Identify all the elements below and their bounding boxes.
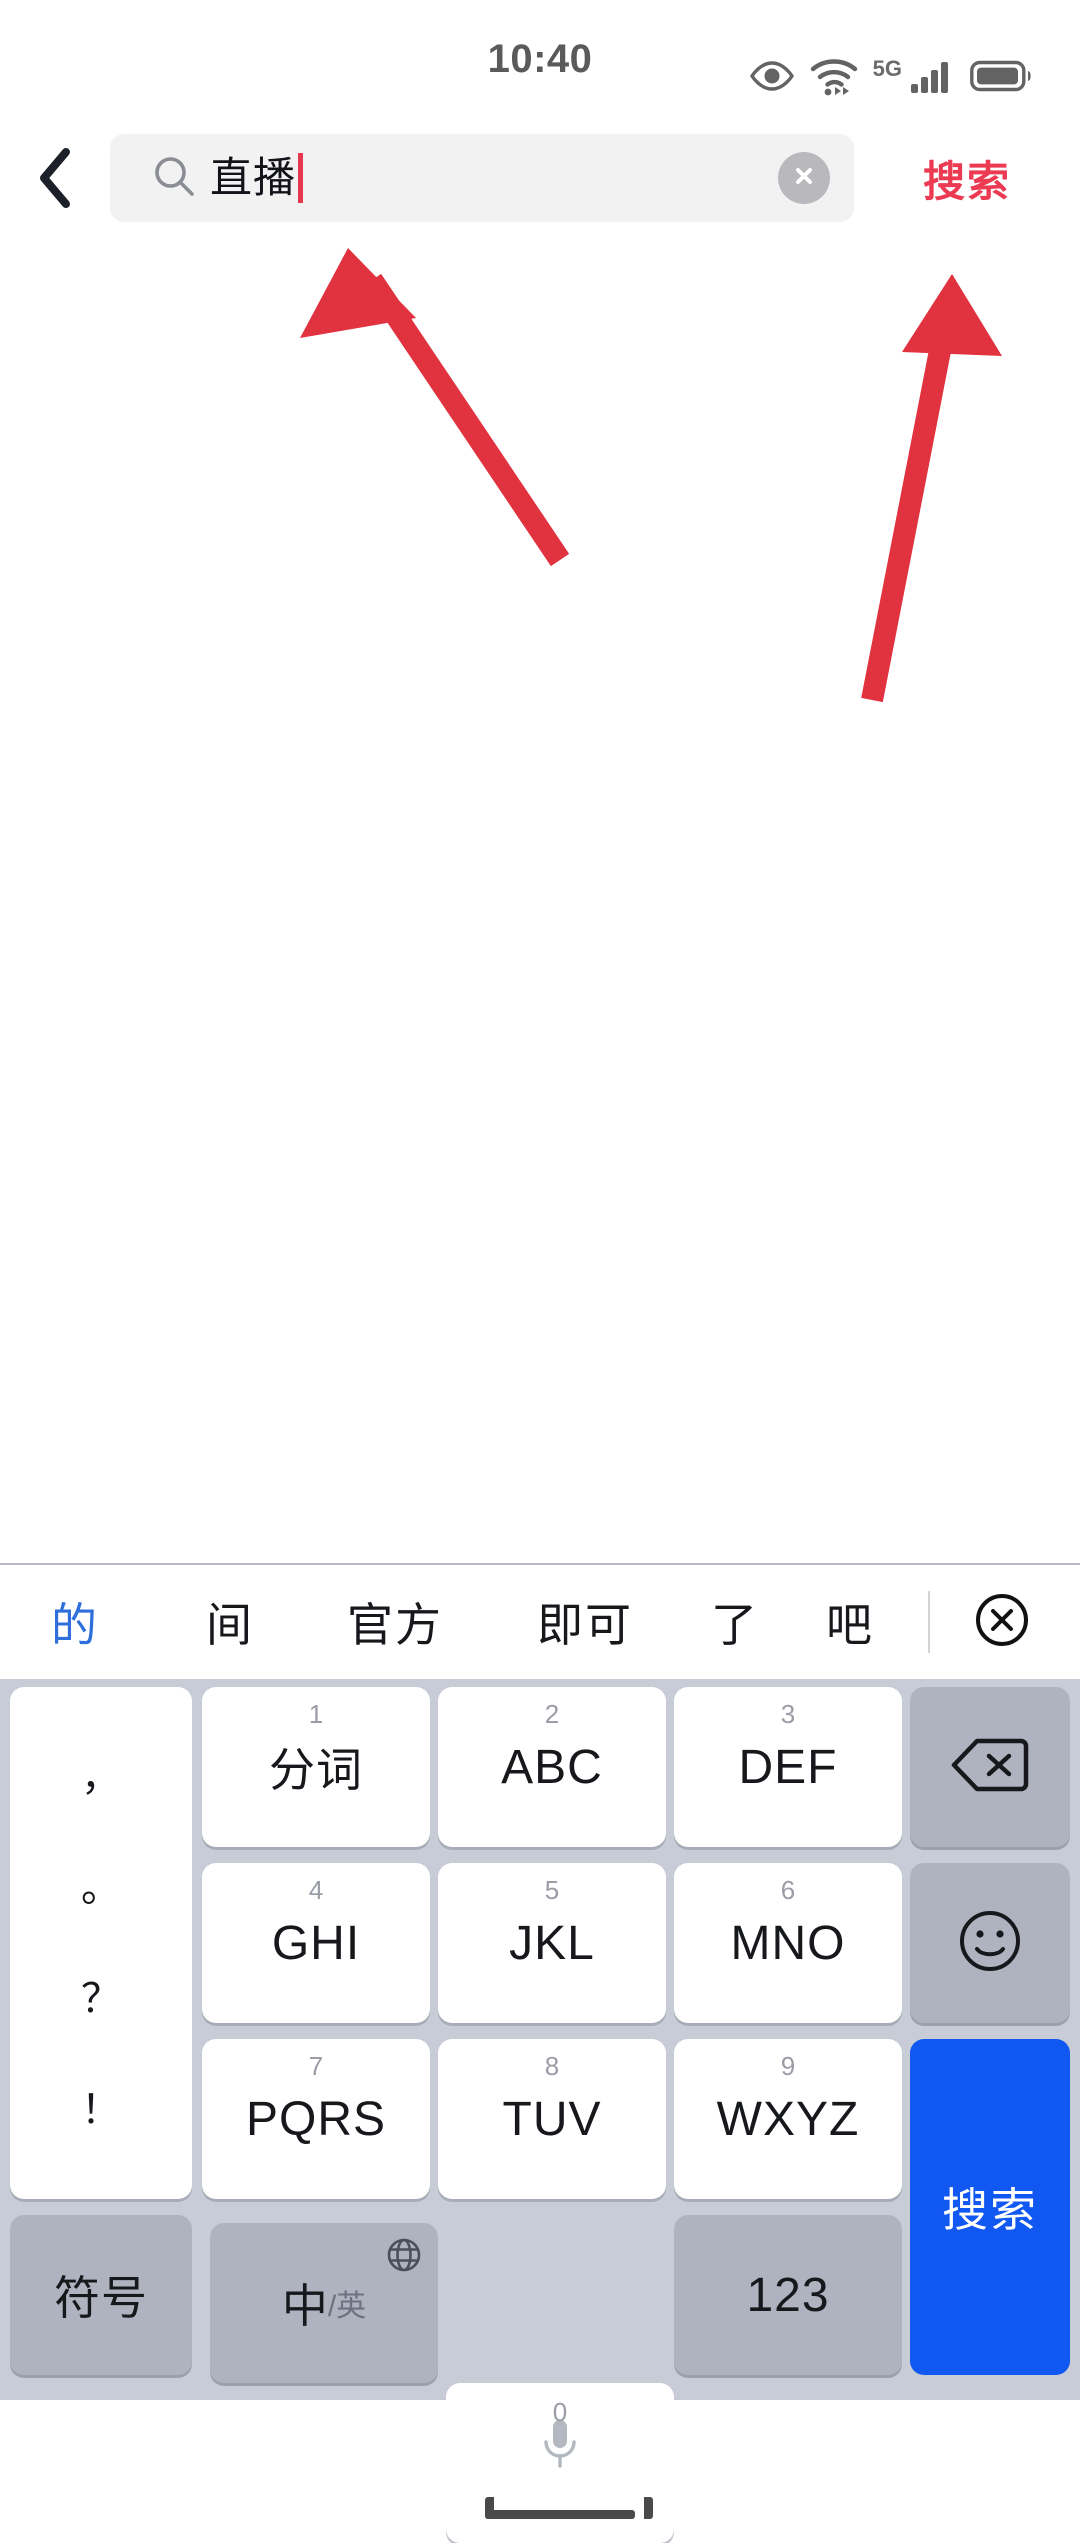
clear-input-button[interactable]	[778, 152, 830, 204]
language-key-sub: /英	[327, 2290, 367, 2323]
key-4-label: GHI	[271, 1916, 361, 1970]
space-key-number: 0	[552, 2397, 568, 2427]
punct-period: 。	[81, 1865, 121, 1910]
candidate-4[interactable]: 了	[680, 1565, 790, 1679]
globe-icon	[386, 2237, 422, 2278]
status-bar: 10:40 5G	[0, 0, 1080, 118]
key-7-label: PQRS	[245, 2092, 387, 2146]
key-1-number: 1	[308, 1699, 324, 1729]
punctuation-key[interactable]: ， 。 ？ ！	[10, 1687, 192, 2199]
chevron-left-icon	[33, 146, 77, 210]
key-3-def[interactable]: 3 DEF	[674, 1687, 902, 1847]
battery-icon	[970, 60, 1032, 92]
keyboard-keys: ， 。 ？ ！ 1 分词 2 ABC 3 DEF 4 GHI 5 JKL 6 M…	[0, 1679, 1080, 2543]
key-5-number: 5	[544, 1875, 560, 1905]
key-7-number: 7	[308, 2051, 324, 2081]
candidate-bar: 的 间 官方 即可 了 吧	[0, 1565, 1080, 1679]
enter-search-key-label: 搜索	[942, 2184, 1038, 2236]
key-4-ghi[interactable]: 4 GHI	[202, 1863, 430, 2023]
language-switch-key[interactable]: 中 /英	[210, 2223, 438, 2383]
close-circle-icon	[790, 162, 818, 195]
backspace-icon	[951, 1736, 1029, 1799]
search-results-area	[0, 238, 1080, 1563]
search-input-value: 直播	[210, 154, 297, 201]
key-1-fenci[interactable]: 1 分词	[202, 1687, 430, 1847]
close-circle-outline-icon	[972, 1590, 1032, 1655]
text-cursor	[298, 153, 304, 203]
key-6-number: 6	[780, 1875, 796, 1905]
key-2-number: 2	[544, 1699, 560, 1729]
punct-exclaim: ！	[81, 2087, 121, 2132]
key-3-number: 3	[780, 1699, 796, 1729]
key-6-mno[interactable]: 6 MNO	[674, 1863, 902, 2023]
space-bar-glyph	[485, 2496, 653, 2519]
enter-search-key[interactable]: 搜索	[910, 2039, 1070, 2375]
key-9-number: 9	[780, 2051, 796, 2081]
signal-icon	[910, 59, 956, 93]
space-key[interactable]: 0	[446, 2383, 674, 2543]
numeric-key-label: 123	[746, 2268, 830, 2322]
key-3-label: DEF	[738, 1740, 838, 1794]
status-time: 10:40	[487, 36, 593, 81]
candidate-close-button[interactable]	[970, 1590, 1034, 1654]
emoji-key[interactable]	[910, 1863, 1070, 2023]
key-7-pqrs[interactable]: 7 PQRS	[202, 2039, 430, 2199]
network-type-label: 5G	[872, 56, 902, 81]
search-header: 直播 搜索	[0, 118, 1080, 238]
punct-comma: ，	[81, 1754, 121, 1799]
key-9-label: WXYZ	[716, 2092, 860, 2146]
search-input[interactable]: 直播	[110, 134, 854, 222]
key-6-label: MNO	[730, 1916, 846, 1970]
key-2-abc[interactable]: 2 ABC	[438, 1687, 666, 1847]
eye-care-icon	[749, 61, 795, 91]
key-2-label: ABC	[501, 1740, 603, 1794]
key-5-label: JKL	[509, 1916, 595, 1970]
key-8-tuv[interactable]: 8 TUV	[438, 2039, 666, 2199]
candidate-divider	[928, 1591, 930, 1653]
numeric-key[interactable]: 123	[674, 2215, 902, 2375]
candidate-1[interactable]: 间	[160, 1565, 300, 1679]
backspace-key[interactable]	[910, 1687, 1070, 1847]
status-bar-icons: 5G	[749, 56, 1032, 96]
key-5-jkl[interactable]: 5 JKL	[438, 1863, 666, 2023]
keyboard: 的 间 官方 即可 了 吧 ， 。 ？ ！ 1 分词 2 ABC 3 DEF 4…	[0, 1563, 1080, 2543]
wifi-icon	[809, 56, 859, 96]
key-9-wxyz[interactable]: 9 WXYZ	[674, 2039, 902, 2199]
search-icon	[152, 154, 196, 203]
candidate-0[interactable]: 的	[0, 1565, 150, 1679]
key-1-label: 分词	[269, 1744, 363, 1796]
submit-button[interactable]: 搜索	[854, 118, 1080, 238]
key-4-number: 4	[308, 1875, 324, 1905]
candidate-3[interactable]: 即可	[490, 1565, 680, 1679]
symbol-key[interactable]: 符号	[10, 2215, 192, 2375]
language-key-main: 中	[281, 2280, 328, 2332]
punct-question: ？	[81, 1976, 121, 2021]
key-8-number: 8	[544, 2051, 560, 2081]
emoji-smile-icon	[955, 1906, 1025, 1981]
symbol-key-label: 符号	[54, 2272, 148, 2324]
candidate-5[interactable]: 吧	[790, 1565, 910, 1679]
candidate-2[interactable]: 官方	[300, 1565, 490, 1679]
back-button[interactable]	[0, 118, 110, 238]
key-8-label: TUV	[502, 2092, 602, 2146]
